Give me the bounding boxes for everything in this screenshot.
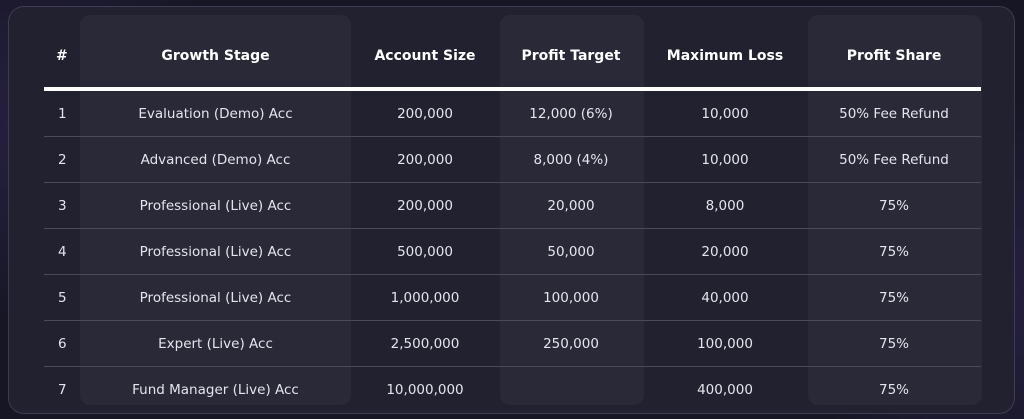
table-row: 1 Evaluation (Demo) Acc 200,000 12,000 (6%)… — [44, 91, 981, 137]
cell-profit-target: 20,000 — [499, 182, 643, 229]
header-profit-share: Profit Share — [846, 48, 942, 64]
table-row: 6 Expert (Live) Acc 2,500,000 250,000 100,00… — [44, 320, 981, 367]
cell-account-size: 1,000,000 — [351, 274, 499, 321]
cell-profit-share: 50% Fee Refund — [807, 136, 981, 183]
cell-maximum-loss: 40,000 — [643, 274, 807, 321]
table-row: 7 Fund Manager (Live) Acc 10,000,000 400,00… — [44, 367, 981, 413]
cell-maximum-loss: 400,000 — [697, 381, 753, 398]
cell-profit-share: 50% Fee Refund — [807, 91, 981, 137]
cell-number: 1 — [44, 91, 80, 137]
table-row: 2 Advanced (Demo) Acc 200,000 8,000 (4%) 10,… — [44, 136, 981, 183]
cell-profit-share: 75% — [807, 182, 981, 229]
cell-growth-stage: Professional (Live) Acc — [80, 228, 351, 275]
cell-account-size: 200,000 — [351, 182, 499, 229]
cell-profit-target: 100,000 — [499, 274, 643, 321]
table-row: 5 Professional (Live) Acc 1,000,000 100,000… — [44, 274, 981, 321]
table-header-row: # Growth Stage Account Size Profit Targe… — [44, 25, 981, 87]
header-number: # — [56, 48, 68, 64]
cell-profit-share: 75% — [878, 381, 909, 398]
cell-number: 6 — [44, 320, 80, 367]
growth-stages-table: # Growth Stage Account Size Profit Targe… — [44, 25, 981, 412]
cell-number: 3 — [44, 182, 80, 229]
cell-growth-stage: Professional (Live) Acc — [80, 182, 351, 229]
cell-growth-stage: Professional (Live) Acc — [80, 274, 351, 321]
cell-growth-stage: Advanced (Demo) Acc — [80, 136, 351, 183]
cell-maximum-loss: 10,000 — [643, 136, 807, 183]
cell-profit-share: 75% — [807, 320, 981, 367]
cell-profit-target: 250,000 — [499, 320, 643, 367]
cell-growth-stage: Expert (Live) Acc — [80, 320, 351, 367]
table-row: 3 Professional (Live) Acc 200,000 20,000 8,0… — [44, 182, 981, 229]
cell-growth-stage: Fund Manager (Live) Acc — [132, 381, 299, 398]
header-maximum-loss: Maximum Loss — [666, 48, 784, 64]
cell-number: 4 — [44, 228, 80, 275]
table-row: 4 Professional (Live) Acc 500,000 50,000 20,… — [44, 228, 981, 275]
cell-number: 7 — [58, 381, 67, 398]
cell-maximum-loss: 20,000 — [643, 228, 807, 275]
cell-account-size: 2,500,000 — [351, 320, 499, 367]
header-account-size: Account Size — [374, 48, 476, 64]
header-growth-stage: Growth Stage — [161, 48, 270, 64]
cell-maximum-loss: 100,000 — [643, 320, 807, 367]
header-profit-target: Profit Target — [521, 48, 621, 64]
cell-account-size: 500,000 — [351, 228, 499, 275]
cell-maximum-loss: 10,000 — [643, 91, 807, 137]
cell-profit-share: 75% — [807, 274, 981, 321]
cell-profit-target — [499, 367, 643, 413]
cell-account-size: 200,000 — [351, 136, 499, 183]
growth-stages-panel: # Growth Stage Account Size Profit Targe… — [8, 6, 1015, 414]
cell-profit-target: 50,000 — [499, 228, 643, 275]
cell-number: 5 — [44, 274, 80, 321]
cell-account-size: 10,000,000 — [386, 381, 464, 398]
cell-growth-stage: Evaluation (Demo) Acc — [80, 91, 351, 137]
cell-profit-target: 8,000 (4%) — [499, 136, 643, 183]
cell-profit-target: 12,000 (6%) — [499, 91, 643, 137]
cell-maximum-loss: 8,000 — [643, 182, 807, 229]
cell-profit-share: 75% — [807, 228, 981, 275]
cell-account-size: 200,000 — [351, 91, 499, 137]
cell-number: 2 — [44, 136, 80, 183]
